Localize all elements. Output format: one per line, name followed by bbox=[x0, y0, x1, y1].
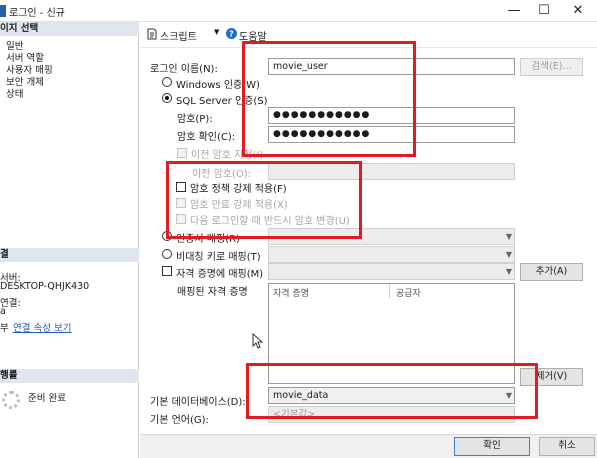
script-dropdown-icon[interactable]: ▼ bbox=[214, 28, 219, 36]
annotation-box-login bbox=[242, 41, 416, 157]
default-language-label: 기본 언어(G): bbox=[150, 415, 209, 426]
mapped-credentials-label: 매핑된 자격 증명 bbox=[177, 287, 248, 298]
windows-auth-radio[interactable] bbox=[162, 77, 172, 87]
cancel-button[interactable]: 취소 bbox=[539, 437, 595, 456]
login-name-label: 로그인 이름(N): bbox=[150, 64, 218, 75]
script-icon bbox=[147, 28, 157, 40]
annotation-box-default-db bbox=[246, 363, 538, 419]
confirm-password-label: 암호 확인(C): bbox=[177, 132, 236, 143]
asym-key-radio[interactable] bbox=[162, 249, 172, 259]
ok-button[interactable]: 확인 bbox=[454, 437, 530, 456]
page-item-status[interactable]: 상태 bbox=[6, 86, 23, 100]
progress-status: 준비 완료 bbox=[28, 393, 66, 404]
connection-value: a bbox=[0, 306, 6, 317]
help-icon: ? bbox=[226, 28, 237, 39]
title-bar: 로그인 - 신규 — ☐ ✕ bbox=[0, 0, 597, 22]
server-value: DESKTOP-QHJK430 bbox=[0, 281, 90, 292]
credential-label: 자격 증명에 매핑(M) bbox=[176, 269, 264, 280]
credential-combo[interactable]: ▼ bbox=[268, 263, 515, 280]
chevron-down-icon: ▼ bbox=[505, 232, 512, 241]
credential-checkbox[interactable] bbox=[162, 266, 172, 276]
add-button[interactable]: 추가(A) bbox=[520, 263, 583, 281]
old-password-checkbox[interactable] bbox=[177, 148, 187, 158]
footer-bar: 확인 취소 bbox=[140, 434, 597, 458]
progress-header: 행률 bbox=[0, 369, 139, 383]
asym-key-combo[interactable]: ▼ bbox=[268, 246, 515, 263]
asym-key-label: 비대칭 키로 매핑(T) bbox=[176, 252, 261, 263]
close-button[interactable]: ✕ bbox=[561, 2, 595, 20]
chevron-down-icon: ▼ bbox=[505, 250, 512, 259]
view-connection-properties-link[interactable]: 연결 속성 보기 bbox=[13, 320, 71, 334]
view-properties-prefix: 부 bbox=[0, 323, 9, 334]
grid-col-credential: 자격 증명 bbox=[273, 289, 309, 299]
maximize-button[interactable]: ☐ bbox=[527, 2, 561, 20]
minimize-button[interactable]: — bbox=[497, 2, 531, 20]
chevron-down-icon: ▼ bbox=[505, 267, 512, 276]
app-icon bbox=[0, 5, 6, 17]
mouse-cursor-icon bbox=[252, 333, 264, 349]
grid-col-divider bbox=[389, 284, 390, 298]
svg-text:?: ? bbox=[229, 30, 234, 39]
annotation-box-policy bbox=[166, 161, 362, 239]
left-pane: 이지 선택 일반 서버 역할 사용자 매핑 보안 개체 상태 결 서버: DES… bbox=[0, 22, 139, 458]
script-button[interactable]: 스크립트 bbox=[160, 28, 197, 43]
sql-auth-radio[interactable] bbox=[162, 93, 172, 103]
pages-header: 이지 선택 bbox=[0, 22, 139, 36]
connection-header: 결 bbox=[0, 248, 139, 262]
password-label: 암호(P): bbox=[177, 114, 213, 125]
default-db-label: 기본 데이터베이스(D): bbox=[150, 397, 246, 408]
grid-col-provider: 공급자 bbox=[396, 289, 421, 299]
window-title: 로그인 - 신규 bbox=[9, 8, 65, 19]
progress-spinner-icon bbox=[2, 391, 20, 409]
search-button[interactable]: 검색(E)... bbox=[520, 58, 583, 76]
